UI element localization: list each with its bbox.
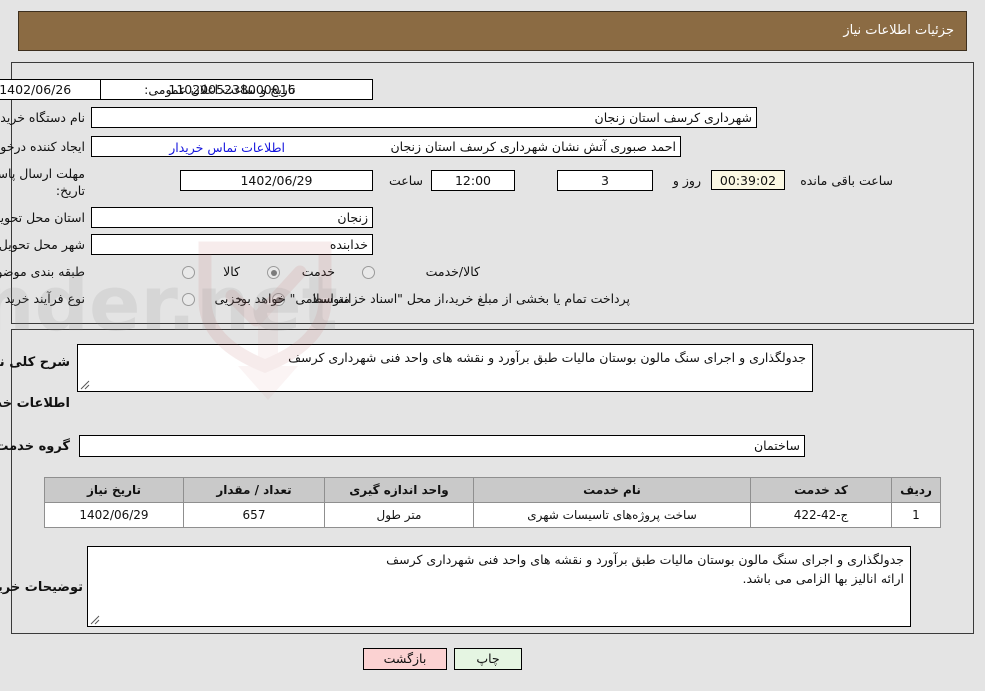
announce-datetime-value: 1402/06/26 - 10:45 xyxy=(0,79,101,100)
td-radif: 1 xyxy=(891,502,941,528)
page-root: AriaTender.net جزئیات اطلاعات نیاز شماره… xyxy=(0,0,985,691)
table-header-row: ردیف کد خدمت نام خدمت واحد اندازه گیری ت… xyxy=(44,477,941,503)
deadline-label-line2: تاریخ: xyxy=(55,183,85,198)
buyer-notes-label: توضیحات خریدار: xyxy=(0,580,83,595)
deadline-hour-label: ساعت xyxy=(388,173,423,188)
table-row: 1 ج-42-422 ساخت پروژه‌های تاسیسات شهری م… xyxy=(44,502,941,528)
purchase-process-note: پرداخت تمام یا بخشی از مبلغ خرید،از محل … xyxy=(231,291,630,306)
th-radif: ردیف xyxy=(891,477,941,503)
return-button[interactable]: بازگشت xyxy=(363,648,447,670)
services-section-heading: اطلاعات خدمات مورد نیاز xyxy=(0,396,70,411)
service-group-label: گروه خدمت: xyxy=(0,439,70,454)
radio-category-kala[interactable] xyxy=(182,266,195,279)
general-description-textarea[interactable]: جدولگذاری و اجرای سنگ مالون بوستان مالیا… xyxy=(77,344,813,392)
deadline-date-value: 1402/06/29 xyxy=(180,170,373,191)
countdown-value: 00:39:02 xyxy=(711,170,785,190)
resize-handle-icon[interactable] xyxy=(90,615,100,625)
buyer-notes-line-1: جدولگذاری و اجرای سنگ مالون بوستان مالیا… xyxy=(386,552,904,567)
buyer-notes-textarea[interactable]: جدولگذاری و اجرای سنگ مالون بوستان مالیا… xyxy=(87,546,911,627)
th-name: نام خدمت xyxy=(473,477,751,503)
radio-category-khedmat[interactable] xyxy=(267,266,280,279)
subject-category-label: طبقه بندی موضوعی: xyxy=(0,264,85,279)
td-name: ساخت پروژه‌های تاسیسات شهری xyxy=(473,502,751,528)
delivery-city-value: خدابنده xyxy=(91,234,373,255)
deadline-label-line1: مهلت ارسال پاسخ: تا xyxy=(0,166,85,181)
delivery-city-label: شهر محل تحویل: xyxy=(0,237,85,252)
delivery-province-label: استان محل تحویل: xyxy=(0,210,85,225)
remaining-days-value: 3 xyxy=(557,170,653,191)
page-title: جزئیات اطلاعات نیاز xyxy=(843,23,954,38)
th-quantity: تعداد / مقدار xyxy=(183,477,325,503)
radio-category-khedmat-label: خدمت xyxy=(301,264,335,279)
purchase-process-label: نوع فرآیند خرید : xyxy=(0,291,85,306)
td-quantity: 657 xyxy=(183,502,325,528)
td-code: ج-42-422 xyxy=(750,502,892,528)
th-need-date: تاریخ نیاز xyxy=(44,477,184,503)
td-unit: متر طول xyxy=(324,502,474,528)
general-description-text: جدولگذاری و اجرای سنگ مالون بوستان مالیا… xyxy=(288,350,806,365)
buyer-contact-link[interactable]: اطلاعات تماس خریدار xyxy=(169,140,285,155)
radio-process-jozei[interactable] xyxy=(182,293,195,306)
remaining-days-label: روز و xyxy=(672,173,701,188)
radio-category-kala-label: کالا xyxy=(223,264,240,279)
service-group-value: ساختمان xyxy=(79,435,805,457)
need-info-panel xyxy=(11,62,974,324)
buyer-org-label: نام دستگاه خریدار: xyxy=(0,110,85,125)
window-titlebar: جزئیات اطلاعات نیاز xyxy=(18,11,967,51)
radio-category-kala-khedmat-label: کالا/خدمت xyxy=(425,264,480,279)
print-button[interactable]: چاپ xyxy=(454,648,522,670)
buyer-org-value: شهرداری کرسف استان زنجان xyxy=(91,107,757,128)
request-creator-label: ایجاد کننده درخواست: xyxy=(0,139,85,154)
resize-handle-icon[interactable] xyxy=(80,380,90,390)
radio-category-kala-khedmat[interactable] xyxy=(362,266,375,279)
general-description-label: شرح کلی نیاز: xyxy=(0,355,70,370)
remaining-hours-label: ساعت باقی مانده xyxy=(800,173,893,188)
th-code: کد خدمت xyxy=(750,477,892,503)
th-unit: واحد اندازه گیری xyxy=(324,477,474,503)
buyer-notes-line-2: ارائه انالیز بها الزامی می باشد. xyxy=(742,571,905,586)
deadline-time-value: 12:00 xyxy=(431,170,515,191)
services-table: ردیف کد خدمت نام خدمت واحد اندازه گیری ت… xyxy=(44,477,941,528)
td-need-date: 1402/06/29 xyxy=(44,502,184,528)
announce-datetime-label: تاریخ و ساعت اعلان عمومی: xyxy=(144,82,295,97)
delivery-province-value: زنجان xyxy=(91,207,373,228)
